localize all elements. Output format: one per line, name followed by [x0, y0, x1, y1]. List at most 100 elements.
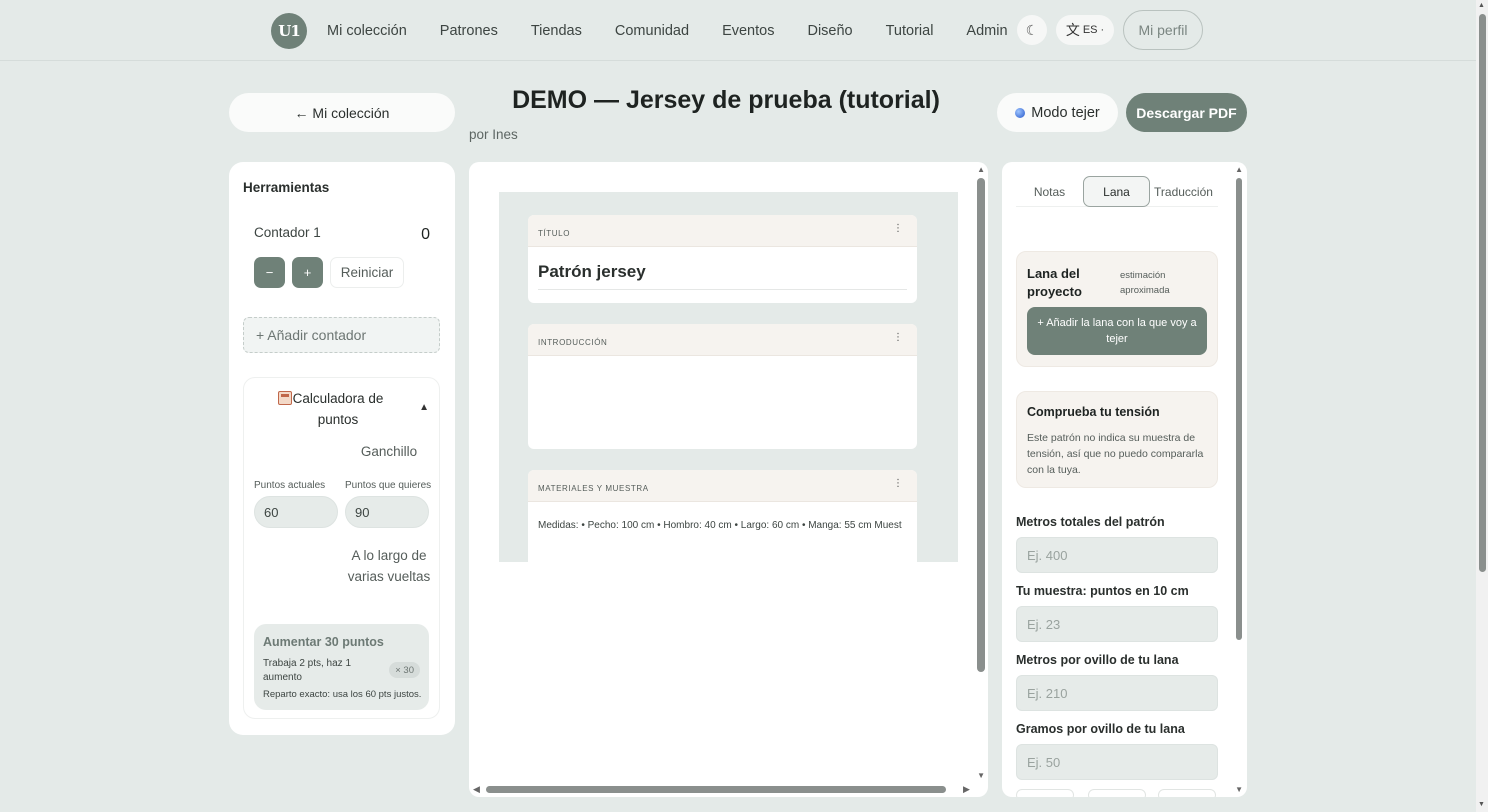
calculator-mode-multiple-rows[interactable]: A lo largo de varias vueltas — [344, 545, 434, 587]
scroll-up-arrow[interactable]: ▲ — [1478, 2, 1485, 9]
add-counter-button[interactable]: + Añadir contador — [243, 317, 440, 353]
tab-notas[interactable]: Notas — [1016, 176, 1083, 207]
profile-button[interactable]: Mi perfil — [1123, 10, 1203, 50]
result-note: Reparto exacto: usa los 60 pts justos. — [263, 689, 422, 700]
pattern-title-text[interactable]: Patrón jersey — [538, 262, 646, 282]
tension-title: Comprueba tu tensión — [1027, 405, 1160, 419]
page-scroll-thumb[interactable] — [1479, 14, 1486, 572]
scroll-thumb[interactable] — [486, 786, 946, 793]
scroll-right-arrow[interactable]: ▶ — [963, 784, 970, 795]
scroll-down-arrow[interactable]: ▼ — [1235, 785, 1243, 794]
more-options-icon[interactable]: ⋮ — [893, 479, 903, 489]
document-vertical-scrollbar[interactable]: ▲ ▼ — [973, 162, 988, 797]
side-panel-scroll-thumb[interactable] — [1236, 178, 1242, 640]
calculator-mode-crochet[interactable]: Ganchillo — [344, 444, 434, 459]
knit-mode-button[interactable]: Modo tejer — [997, 93, 1118, 132]
scroll-up-arrow[interactable]: ▲ — [1235, 165, 1243, 174]
calculator-title[interactable]: Calculadora de puntos — [278, 388, 398, 430]
estimate-note: estimación aproximada — [1120, 270, 1170, 296]
tools-panel: Herramientas Contador 1 0 − + Reiniciar … — [229, 162, 455, 735]
nav-link-patrones[interactable]: Patrones — [440, 23, 498, 39]
total-meters-input[interactable]: Ej. 400 — [1016, 537, 1218, 573]
document-page: TÍTULO ⋮ Patrón jersey INTRODUCCIÓN ⋮ MA… — [499, 192, 958, 562]
result-instruction: Trabaja 2 pts, haz 1 aumento — [263, 658, 352, 683]
section-header: MATERIALES Y MUESTRA ⋮ — [528, 470, 917, 502]
nav-link-tiendas[interactable]: Tiendas — [531, 23, 582, 39]
pattern-author: por Ines — [469, 127, 518, 142]
tab-traduccion[interactable]: Traducción — [1150, 176, 1217, 207]
gauge-stitches-label: Tu muestra: puntos en 10 cm — [1016, 584, 1189, 598]
tab-lana[interactable]: Lana — [1083, 176, 1150, 207]
option-chip[interactable] — [1158, 789, 1216, 797]
project-yarn-title: Lana del proyecto — [1027, 266, 1082, 299]
materials-text[interactable]: Medidas: • Pecho: 100 cm • Hombro: 40 cm… — [538, 520, 902, 531]
counter-increment-button[interactable]: + — [292, 257, 323, 288]
counter-name: Contador 1 — [254, 225, 321, 240]
side-panel: Notas Lana Traducción Lana del proyecto … — [1002, 162, 1247, 797]
grams-per-skein-input[interactable]: Ej. 50 — [1016, 744, 1218, 780]
current-stitches-input[interactable]: 60 — [254, 496, 338, 528]
grams-per-skein-label: Gramos por ovillo de tu lana — [1016, 722, 1185, 736]
nav-link-comunidad[interactable]: Comunidad — [615, 23, 689, 39]
option-chip[interactable] — [1088, 789, 1146, 797]
nav-link-admin[interactable]: Admin — [966, 23, 1007, 39]
section-label: INTRODUCCIÓN — [538, 338, 608, 347]
gauge-stitches-input[interactable]: Ej. 23 — [1016, 606, 1218, 642]
theme-toggle-button[interactable]: ☾ — [1017, 15, 1047, 45]
add-yarn-button[interactable]: + Añadir la lana con la que voy a tejer — [1027, 307, 1207, 355]
counter-decrement-button[interactable]: − — [254, 257, 285, 288]
page-title: DEMO — Jersey de prueba (tutorial) — [512, 86, 940, 114]
language-select[interactable]: 文 ES · — [1056, 15, 1114, 45]
stitch-calculator: Calculadora de puntos ▲ Ganchillo Puntos… — [243, 377, 440, 719]
page-scrollbar[interactable]: ▲ ▼ — [1476, 0, 1488, 812]
calculator-result: Aumentar 30 puntos Trabaja 2 pts, haz 1 … — [254, 624, 429, 710]
divider — [538, 289, 907, 290]
scroll-up-arrow[interactable]: ▲ — [977, 165, 985, 174]
nav-link-diseno[interactable]: Diseño — [807, 23, 852, 39]
top-navigation: U1 Mi colección Patrones Tiendas Comunid… — [0, 0, 1476, 61]
app-logo[interactable]: U1 — [271, 13, 307, 49]
scroll-thumb[interactable] — [977, 178, 985, 672]
section-card-title[interactable]: TÍTULO ⋮ Patrón jersey — [528, 215, 917, 303]
more-options-icon[interactable]: ⋮ — [893, 224, 903, 234]
counter-reset-button[interactable]: Reiniciar — [330, 257, 404, 288]
download-pdf-button[interactable]: Descargar PDF — [1126, 93, 1247, 132]
chevron-up-icon[interactable]: ▲ — [419, 402, 429, 413]
nav-link-coleccion[interactable]: Mi colección — [327, 23, 407, 39]
nav-link-tutorial[interactable]: Tutorial — [886, 23, 934, 39]
section-header: TÍTULO ⋮ — [528, 215, 917, 247]
result-title: Aumentar 30 puntos — [263, 635, 384, 649]
tension-check-box: Comprueba tu tensión Este patrón no indi… — [1016, 391, 1218, 488]
scroll-left-arrow[interactable]: ◀ — [473, 784, 480, 795]
chevron-down-icon: · — [1100, 24, 1105, 36]
tools-title: Herramientas — [243, 180, 330, 195]
scroll-down-arrow[interactable]: ▼ — [1478, 801, 1485, 808]
option-chip[interactable] — [1016, 789, 1074, 797]
counter-value: 0 — [421, 226, 430, 243]
document-horizontal-scrollbar[interactable]: ◀ ▶ — [469, 782, 988, 797]
section-label: TÍTULO — [538, 229, 571, 238]
result-repeat-badge: × 30 — [389, 662, 420, 678]
section-label: MATERIALES Y MUESTRA — [538, 484, 649, 493]
tension-text: Este patrón no indica su muestra de tens… — [1027, 432, 1204, 476]
translate-icon: 文 — [1065, 22, 1080, 38]
nav-link-eventos[interactable]: Eventos — [722, 23, 774, 39]
meters-per-skein-label: Metros por ovillo de tu lana — [1016, 653, 1179, 667]
moon-icon: ☾ — [1025, 21, 1039, 38]
target-stitches-label: Puntos que quieres — [345, 480, 432, 491]
scroll-down-arrow[interactable]: ▼ — [977, 771, 985, 780]
section-card-introduction[interactable]: INTRODUCCIÓN ⋮ — [528, 324, 917, 449]
section-card-materials[interactable]: MATERIALES Y MUESTRA ⋮ Medidas: • Pecho:… — [528, 470, 917, 562]
project-yarn-box: Lana del proyecto estimación aproximada … — [1016, 251, 1218, 367]
knit-mode-icon — [1015, 107, 1026, 118]
total-meters-label: Metros totales del patrón — [1016, 515, 1165, 529]
language-code: ES — [1082, 24, 1098, 36]
more-options-icon[interactable]: ⋮ — [893, 333, 903, 343]
pattern-document-viewer[interactable]: TÍTULO ⋮ Patrón jersey INTRODUCCIÓN ⋮ MA… — [469, 162, 988, 797]
meters-per-skein-input[interactable]: Ej. 210 — [1016, 675, 1218, 711]
target-stitches-input[interactable]: 90 — [345, 496, 429, 528]
knit-mode-label: Modo tejer — [1031, 104, 1100, 121]
nav-links: Mi colección Patrones Tiendas Comunidad … — [327, 0, 1041, 61]
back-to-collection-button[interactable]: ← Mi colección — [229, 93, 455, 132]
current-stitches-label: Puntos actuales — [254, 480, 326, 491]
